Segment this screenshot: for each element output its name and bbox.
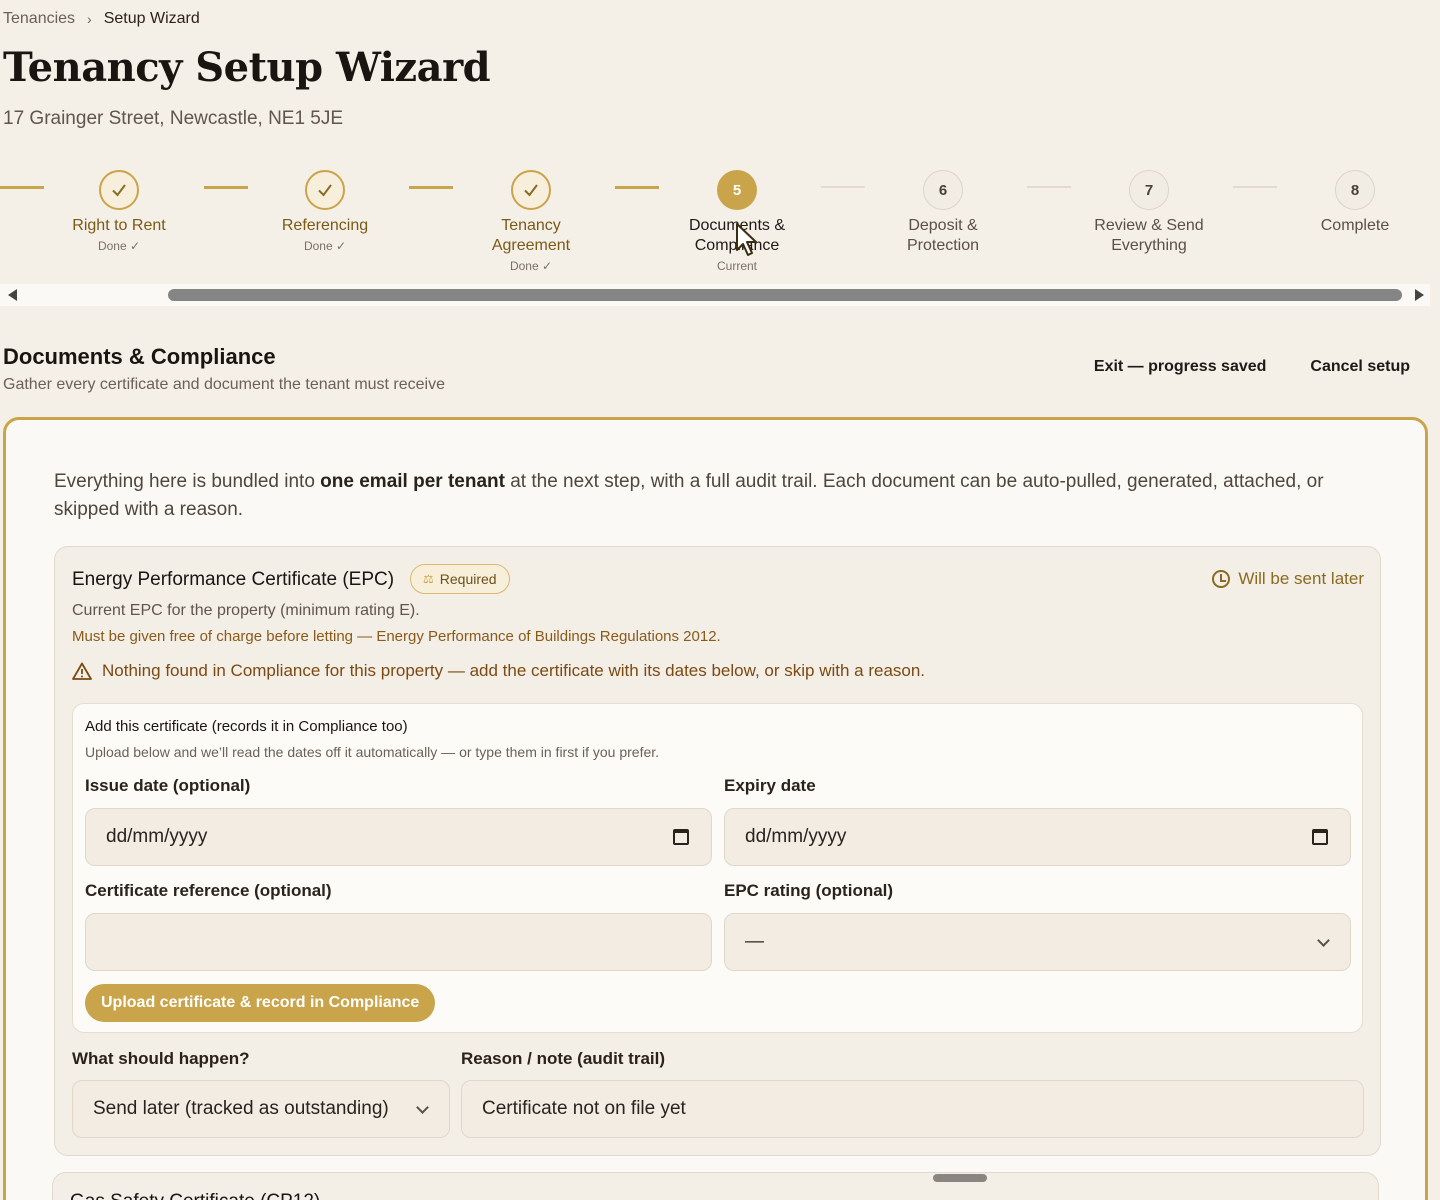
step-tenancy-agreement[interactable]: Tenancy Agreement Done ✓ xyxy=(451,170,611,273)
reason-label: Reason / note (audit trail) xyxy=(461,1049,666,1068)
chevron-right-icon: › xyxy=(87,11,92,27)
step-number: 5 xyxy=(717,170,757,210)
step-status: Done ✓ xyxy=(97,239,141,253)
epc-rating-select[interactable]: — xyxy=(724,913,1351,971)
calendar-icon[interactable] xyxy=(1312,829,1328,845)
expiry-date-input[interactable]: dd/mm/yyyy xyxy=(724,808,1351,866)
section-subtitle: Gather every certificate and document th… xyxy=(3,376,446,393)
scroll-left-icon[interactable] xyxy=(8,289,17,301)
chevron-down-icon xyxy=(1317,934,1330,947)
step-label: Complete xyxy=(1320,217,1390,234)
drag-handle[interactable] xyxy=(933,1174,987,1182)
clock-icon xyxy=(1212,570,1231,588)
step-number: 6 xyxy=(923,170,963,210)
chevron-down-icon xyxy=(416,1101,429,1114)
epc-document-card: Energy Performance Certificate (EPC) ⚖ R… xyxy=(54,546,1381,1156)
step-label: Deposit & Protection xyxy=(906,217,980,254)
epc-rating-label: EPC rating (optional) xyxy=(724,881,894,900)
document-title: Energy Performance Certificate (EPC) xyxy=(72,569,395,590)
compliance-warning: Nothing found in Compliance for this pro… xyxy=(72,661,925,681)
add-certificate-title: Add this certificate (records it in Comp… xyxy=(85,718,408,735)
issue-date-input[interactable]: dd/mm/yyyy xyxy=(85,808,712,866)
step-connector xyxy=(409,186,453,189)
step-connector xyxy=(0,186,44,189)
add-certificate-subtitle: Upload below and we’ll read the dates of… xyxy=(85,744,660,760)
step-deposit-protection[interactable]: 6 Deposit & Protection xyxy=(863,170,1023,256)
step-label: Tenancy Agreement xyxy=(491,217,571,254)
step-label: Referencing xyxy=(281,217,369,234)
step-number: 8 xyxy=(1335,170,1375,210)
check-icon xyxy=(305,170,345,210)
check-icon xyxy=(99,170,139,210)
step-status: Current xyxy=(716,259,757,273)
issue-date-label: Issue date (optional) xyxy=(85,776,251,795)
wizard-stepper: Right to Rent Done ✓ Referencing Done ✓ … xyxy=(0,170,1440,282)
step-connector xyxy=(1233,186,1277,188)
documents-card: Everything here is bundled into one emai… xyxy=(3,417,1428,1200)
action-label: What should happen? xyxy=(72,1049,250,1068)
breadcrumb: Tenancies › Setup Wizard xyxy=(3,10,200,28)
step-right-to-rent[interactable]: Right to Rent Done ✓ xyxy=(39,170,199,253)
step-complete[interactable]: 8 Complete xyxy=(1275,170,1435,236)
page-title: Tenancy Setup Wizard xyxy=(3,44,491,91)
step-number: 7 xyxy=(1129,170,1169,210)
certificate-reference-input[interactable] xyxy=(85,913,712,971)
scroll-right-icon[interactable] xyxy=(1415,289,1424,301)
document-status: Will be sent later xyxy=(1212,569,1364,589)
cancel-setup-button[interactable]: Cancel setup xyxy=(1310,358,1410,376)
stepper-scrollbar[interactable] xyxy=(0,284,1430,306)
step-connector xyxy=(615,186,659,189)
gas-safety-document-card: Gas Safety Certificate (CP12) xyxy=(52,1172,1379,1200)
required-badge: ⚖ Required xyxy=(410,564,510,594)
section-title: Documents & Compliance xyxy=(3,344,276,369)
step-connector xyxy=(204,186,248,189)
step-status: Done ✓ xyxy=(509,259,553,273)
intro-text: Everything here is bundled into one emai… xyxy=(54,471,1324,520)
calendar-icon[interactable] xyxy=(673,829,689,845)
mouse-cursor-icon xyxy=(736,223,757,256)
header-actions: Exit — progress saved Cancel setup xyxy=(1094,358,1410,376)
step-status: Done ✓ xyxy=(303,239,347,253)
document-description: Current EPC for the property (minimum ra… xyxy=(72,602,420,619)
step-review-send[interactable]: 7 Review & Send Everything xyxy=(1069,170,1229,256)
step-connector xyxy=(821,186,865,188)
action-select[interactable]: Send later (tracked as outstanding) xyxy=(72,1080,450,1138)
step-connector xyxy=(1027,186,1071,188)
scale-icon: ⚖ xyxy=(423,572,434,586)
check-icon xyxy=(511,170,551,210)
expiry-date-label: Expiry date xyxy=(724,776,816,795)
step-referencing[interactable]: Referencing Done ✓ xyxy=(245,170,405,253)
step-label: Review & Send Everything xyxy=(1094,217,1204,254)
step-label: Right to Rent xyxy=(72,217,166,234)
property-address: 17 Grainger Street, Newcastle, NE1 5JE xyxy=(3,108,344,129)
add-certificate-panel: Add this certificate (records it in Comp… xyxy=(72,703,1363,1033)
warning-icon xyxy=(72,662,92,680)
certificate-reference-label: Certificate reference (optional) xyxy=(85,881,332,900)
exit-button[interactable]: Exit — progress saved xyxy=(1094,358,1267,376)
breadcrumb-current: Setup Wizard xyxy=(103,10,200,27)
reason-input[interactable]: Certificate not on file yet xyxy=(461,1080,1364,1138)
breadcrumb-tenancies-link[interactable]: Tenancies xyxy=(3,10,75,28)
document-title: Gas Safety Certificate (CP12) xyxy=(70,1191,320,1200)
upload-certificate-button[interactable]: Upload certificate & record in Complianc… xyxy=(85,984,436,1022)
scrollbar-thumb[interactable] xyxy=(168,289,1402,301)
legal-requirement: Must be given free of charge before lett… xyxy=(72,628,721,645)
